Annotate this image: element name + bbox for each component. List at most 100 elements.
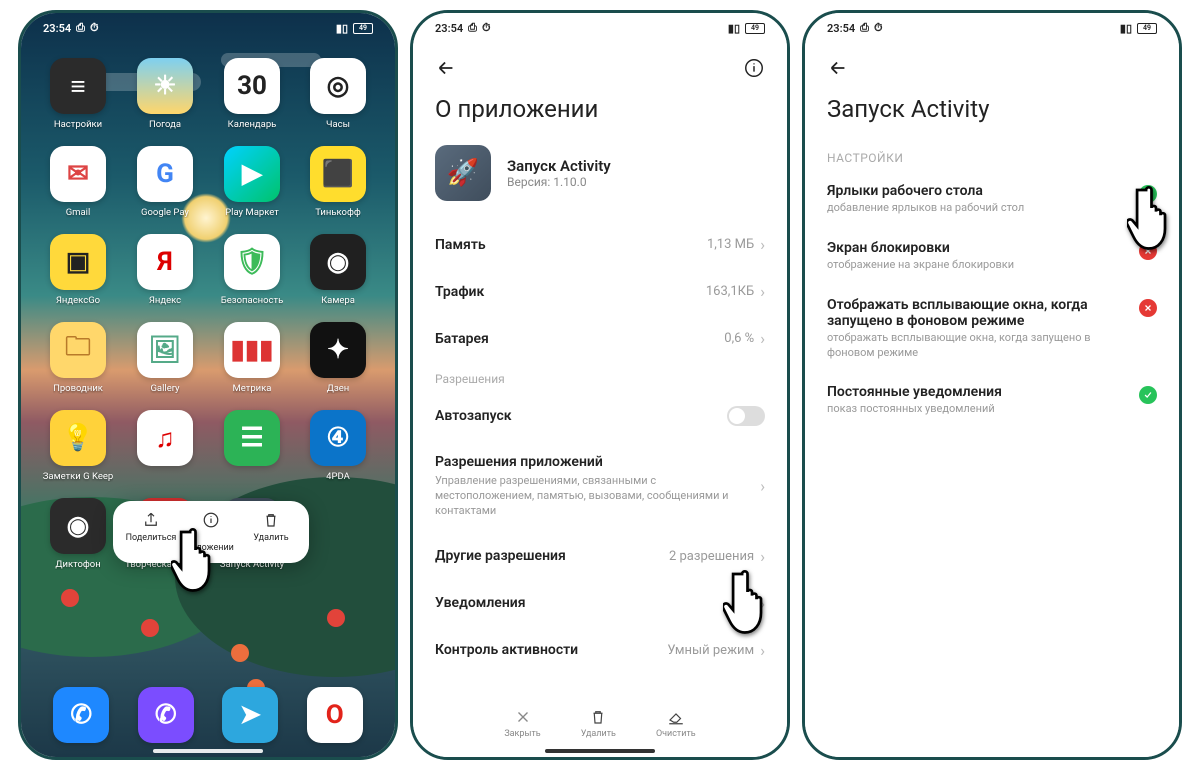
app-проводник[interactable]: 🗀Проводник xyxy=(39,322,117,394)
close-icon xyxy=(514,708,532,726)
option-row-3[interactable]: Постоянные уведомленияпоказ постоянных у… xyxy=(805,372,1179,429)
chevron-right-icon: › xyxy=(760,477,765,496)
chevron-right-icon: › xyxy=(760,235,765,254)
option-subtitle: добавление ярлыков на рабочий стол xyxy=(827,201,1127,216)
row-battery[interactable]: Батарея 0,6 %› xyxy=(413,315,787,362)
statusbar-time: 23:54 xyxy=(435,22,463,35)
app-label: Настройки xyxy=(54,119,102,130)
app-метрика[interactable]: ▮▮▮Метрика xyxy=(213,322,291,394)
back-button[interactable] xyxy=(435,57,457,83)
deny-badge-icon[interactable] xyxy=(1139,299,1157,317)
app-name: Запуск Activity xyxy=(507,157,611,175)
app-календарь[interactable]: 30 Календарь xyxy=(213,58,291,130)
app-часы[interactable]: ◎Часы xyxy=(299,58,377,130)
app-погода[interactable]: ☀Погода xyxy=(125,58,205,130)
bottom-close[interactable]: Закрыть xyxy=(504,708,540,739)
page-title: О приложении xyxy=(413,89,787,141)
chevron-right-icon: › xyxy=(760,329,765,348)
app-google-pay[interactable]: GGoogle Pay xyxy=(125,146,205,218)
statusbar: 23:54 ⎙ ⏱ ▮▯ 49 xyxy=(413,21,787,35)
app-label: Календарь xyxy=(228,119,277,130)
eraser-icon xyxy=(667,708,685,726)
notification-icon: ⎙ xyxy=(468,21,477,35)
bottom-clear[interactable]: Очистить xyxy=(656,708,696,739)
app-icon: ▶ xyxy=(224,146,280,202)
signal-icon: ▮▯ xyxy=(336,22,348,35)
dock-app-telegram[interactable]: ➤Telegram xyxy=(222,687,278,743)
option-row-1[interactable]: Экран блокировкиотображение на экране бл… xyxy=(805,228,1179,285)
app-icon: O xyxy=(307,687,363,743)
app-icon: ◉ xyxy=(50,498,106,554)
app-icon: G xyxy=(137,146,193,202)
option-row-2[interactable]: Отображать всплывающие окна, когда запущ… xyxy=(805,285,1179,373)
statusbar-time: 23:54 xyxy=(43,22,71,35)
app-камера[interactable]: ◉Камера xyxy=(299,234,377,306)
app-icon: ◉ xyxy=(310,234,366,290)
info-button[interactable] xyxy=(743,57,765,83)
app-label: 4PDA xyxy=(326,471,350,482)
app-icon: ☀ xyxy=(137,58,193,114)
row-traffic[interactable]: Трафик 163,1КБ› xyxy=(413,268,787,315)
notification-icon: ⎙ xyxy=(76,21,85,35)
app-диктофон[interactable]: ◉Диктофон xyxy=(39,498,117,570)
app-яндекс[interactable]: ЯЯндекс xyxy=(125,234,205,306)
app-icon: 🚀 xyxy=(435,145,491,201)
dock: ✆Phone ✆Viber ➤Telegram OOpera xyxy=(21,687,395,743)
row-app-permissions[interactable]: Разрешения приложений Управление разреше… xyxy=(413,440,787,533)
app-тинькофф[interactable]: ⬛Тинькофф xyxy=(299,146,377,218)
row-memory[interactable]: Память 1,13 МБ› xyxy=(413,221,787,268)
app-icon: Я xyxy=(137,234,193,290)
app-icon: ♫ xyxy=(137,410,193,466)
context-delete[interactable]: Удалить xyxy=(241,511,301,553)
section-permissions: Разрешения xyxy=(413,362,787,392)
app-icon: ✉ xyxy=(50,146,106,202)
chevron-right-icon: › xyxy=(760,641,765,660)
app-slot-18[interactable]: ☰ xyxy=(213,410,291,482)
dock-app-viber[interactable]: ✆Viber xyxy=(138,687,194,743)
cursor-hand-icon xyxy=(171,523,229,595)
app-label: Play Маркет xyxy=(225,207,279,218)
bottom-delete[interactable]: Удалить xyxy=(581,708,616,739)
check-badge-icon[interactable] xyxy=(1139,386,1157,404)
option-subtitle: отображать всплывающие окна, когда запущ… xyxy=(827,331,1127,361)
app-label: Gallery xyxy=(150,383,179,394)
bottom-bar: Закрыть Удалить Очистить xyxy=(413,708,787,739)
signal-icon: ▮▯ xyxy=(1120,22,1132,35)
cursor-hand-icon xyxy=(1127,181,1179,253)
cursor-hand-icon xyxy=(723,565,781,637)
app-заметки-g-keep[interactable]: 💡Заметки G Keep xyxy=(39,410,117,482)
app-icon: 30 xyxy=(224,58,280,114)
dock-app-phone[interactable]: ✆Phone xyxy=(53,687,109,743)
app-настройки[interactable]: ≡Настройки xyxy=(39,58,117,130)
page-title: Запуск Activity xyxy=(805,89,1179,141)
notification-icon: ⎙ xyxy=(860,21,869,35)
statusbar: 23:54 ⎙ ⏱ ▮▯ 49 xyxy=(805,21,1179,35)
home-indicator[interactable] xyxy=(153,749,263,753)
phone-activity-settings: 23:54 ⎙ ⏱ ▮▯ 49 Запуск Activity НАСТРОЙК… xyxy=(802,10,1182,760)
battery-icon: 49 xyxy=(1137,23,1157,34)
trash-icon xyxy=(262,511,280,529)
app-slot-17[interactable]: ♫ xyxy=(125,410,205,482)
autostart-toggle[interactable] xyxy=(727,406,765,426)
share-icon xyxy=(142,511,160,529)
app-безопасность[interactable]: 🛡Безопасность xyxy=(213,234,291,306)
battery-icon: 49 xyxy=(353,23,373,34)
app-gallery[interactable]: 🖼Gallery xyxy=(125,322,205,394)
dock-app-opera[interactable]: OOpera xyxy=(307,687,363,743)
app-play-маркет[interactable]: ▶ Play Маркет xyxy=(213,146,291,218)
app-label: Безопасность xyxy=(221,295,284,306)
back-button[interactable] xyxy=(827,57,849,83)
app-label: Проводник xyxy=(53,383,103,394)
row-autostart[interactable]: Автозапуск xyxy=(413,392,787,440)
app-label: ЯндексGo xyxy=(56,295,100,306)
app-4pda[interactable]: ④4PDA xyxy=(299,410,377,482)
option-row-0[interactable]: Ярлыки рабочего столадобавление ярлыков … xyxy=(805,171,1179,228)
app-яндексgo[interactable]: ▣ЯндексGo xyxy=(39,234,117,306)
chevron-right-icon: › xyxy=(760,282,765,301)
app-дзен[interactable]: ✦Дзен xyxy=(299,322,377,394)
home-indicator[interactable] xyxy=(545,749,655,753)
app-label: Дзен xyxy=(327,383,349,394)
app-icon: ⬛ xyxy=(310,146,366,202)
app-gmail[interactable]: ✉Gmail xyxy=(39,146,117,218)
phone-appinfo: 23:54 ⎙ ⏱ ▮▯ 49 О приложении 🚀 Запуск Ac… xyxy=(410,10,790,760)
